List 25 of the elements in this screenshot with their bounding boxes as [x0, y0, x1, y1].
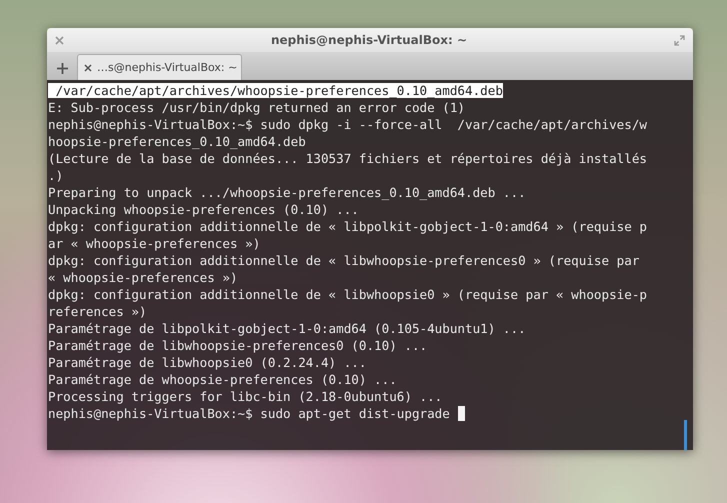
terminal-line: dpkg: configuration additionnelle de « libwhoopsie-preferences0 » (requise par: [48, 253, 640, 268]
scroll-indicator: [684, 420, 687, 450]
close-tab-icon[interactable]: [84, 64, 92, 72]
terminal-line: dpkg: configuration additionnelle de « libpolkit-gobject-1-0:amd64 » (requise p: [48, 219, 647, 234]
plus-icon: [56, 62, 68, 74]
terminal-line: Unpacking whoopsie-preferences (0.10) ...: [48, 202, 359, 217]
terminal-line: (Lecture de la base de données... 130537 fichiers et répertoires déjà installés: [48, 151, 647, 166]
terminal-tab[interactable]: …s@nephis-VirtualBox: ~: [77, 54, 242, 80]
terminal-line: dpkg: configuration additionnelle de « libwhoopsie0 » (requise par « whoopsie-p: [48, 287, 647, 302]
terminal-line: Processing triggers for libc-bin (2.18-0ubuntu6) ...: [48, 389, 442, 404]
window-title: nephis@nephis-VirtualBox: ~: [270, 33, 467, 47]
terminal-line: « whoopsie-preferences »): [48, 270, 238, 285]
terminal-line: hoopsie-preferences_0.10_amd64.deb: [48, 134, 306, 149]
terminal-line: .): [48, 168, 64, 183]
terminal-line: Paramétrage de libwhoopsie-preferences0 (0.10) ...: [48, 338, 428, 353]
terminal-line: nephis@nephis-VirtualBox:~$ sudo apt-get dist-upgrade: [48, 406, 450, 421]
terminal-line: Paramétrage de libwhoopsie0 (0.2.24.4) ...: [48, 355, 366, 370]
terminal-line: ar « whoopsie-preferences »): [48, 236, 260, 251]
terminal-line: nephis@nephis-VirtualBox:~$ sudo dpkg -i --force-all /var/cache/apt/archives/w: [48, 117, 647, 132]
terminal-line: Preparing to unpack .../whoopsie-preferences_0.10_amd64.deb ...: [48, 185, 526, 200]
terminal-area[interactable]: [47, 80, 693, 450]
terminal-line: Paramétrage de libpolkit-gobject-1-0:amd64 (0.105-4ubuntu1) ...: [48, 321, 526, 336]
terminal-line: Paramétrage de whoopsie-preferences (0.10) ...: [48, 372, 397, 387]
terminal-line: E: Sub-process /usr/bin/dpkg returned an error code (1): [48, 100, 466, 115]
terminal-line: references »): [48, 304, 147, 319]
